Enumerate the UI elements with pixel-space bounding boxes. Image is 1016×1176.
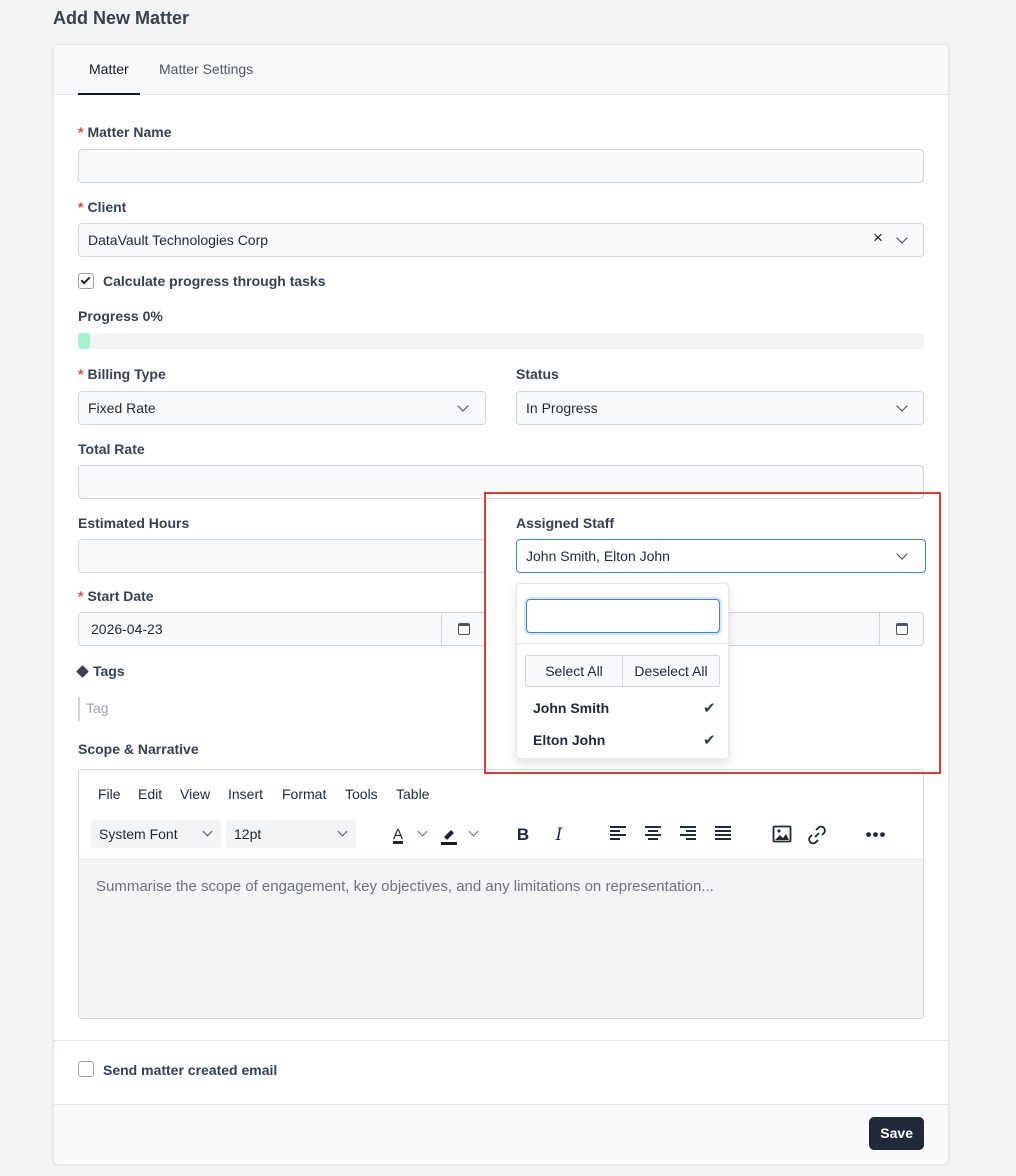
required-marker: * [78, 124, 84, 140]
tags-input-border [78, 697, 80, 721]
italic-icon[interactable]: I [548, 825, 570, 845]
clear-icon[interactable]: × [873, 228, 883, 248]
scope-label: Scope & Narrative [78, 741, 199, 757]
divider [879, 612, 880, 646]
tab-matter[interactable]: Matter [78, 45, 140, 95]
menu-file[interactable]: File [98, 786, 121, 802]
matter-form-card: Matter Matter Settings * Matter Name * Cli… [53, 44, 949, 1164]
assigned-staff-value: John Smith, Elton John [526, 548, 670, 564]
chevron-down-icon [337, 826, 348, 837]
font-size-select[interactable]: 12pt [226, 820, 356, 848]
save-button[interactable]: Save [869, 1117, 924, 1150]
calculate-progress-checkbox[interactable] [78, 273, 94, 289]
total-rate-input[interactable] [78, 465, 924, 499]
rich-text-editor[interactable]: File Edit View Insert Format Tools Table… [78, 769, 924, 1019]
editor-placeholder: Summarise the scope of engagement, key o… [96, 878, 714, 895]
billing-type-value: Fixed Rate [88, 400, 156, 416]
billing-type-select[interactable]: Fixed Rate [78, 391, 486, 425]
matter-name-label: * Matter Name [78, 124, 172, 140]
assigned-staff-dropdown: Select All Deselect All John Smith ✔ Elt… [516, 583, 729, 759]
divider [54, 1040, 948, 1041]
text-color-icon[interactable]: A [387, 825, 409, 845]
form-footer: Save [54, 1105, 948, 1164]
calendar-icon[interactable] [458, 623, 470, 635]
required-marker: * [78, 366, 84, 382]
staff-search-input[interactable] [526, 599, 720, 633]
start-date-input[interactable]: 2026-04-23 [78, 612, 486, 646]
check-icon: ✔ [703, 732, 716, 749]
total-rate-label: Total Rate [78, 441, 145, 457]
check-icon: ✔ [703, 700, 716, 717]
tab-matter-settings[interactable]: Matter Settings [148, 45, 264, 95]
calendar-icon[interactable] [896, 623, 908, 635]
align-left-icon[interactable] [607, 825, 629, 845]
staff-option-elton-john[interactable]: Elton John [533, 732, 605, 748]
divider [441, 612, 442, 646]
check-icon [80, 274, 91, 285]
menu-format[interactable]: Format [282, 786, 326, 802]
estimated-hours-label: Estimated Hours [78, 515, 190, 531]
menu-view[interactable]: View [180, 786, 210, 802]
font-family-value: System Font [99, 826, 178, 842]
image-icon[interactable] [771, 825, 793, 845]
link-icon[interactable] [806, 825, 828, 845]
font-size-value: 12pt [234, 826, 262, 842]
menu-table[interactable]: Table [396, 786, 429, 802]
tag-icon [76, 665, 89, 678]
chevron-down-icon [202, 826, 213, 837]
chevron-down-icon[interactable] [468, 826, 479, 837]
staff-option-john-smith[interactable]: John Smith [533, 700, 609, 716]
send-email-label: Send matter created email [103, 1062, 278, 1078]
required-marker: * [78, 588, 84, 604]
billing-type-label: * Billing Type [78, 366, 166, 382]
tags-input[interactable]: Tag [86, 700, 109, 716]
bold-icon[interactable]: B [512, 825, 534, 845]
client-select[interactable]: DataVault Technologies Corp [78, 223, 924, 257]
select-all-button[interactable]: Select All [525, 655, 623, 687]
tab-bar: Matter Matter Settings [54, 45, 948, 95]
tags-label: Tags [76, 663, 125, 679]
divider [517, 643, 728, 644]
estimated-hours-input[interactable] [78, 539, 486, 573]
page-title: Add New Matter [53, 8, 190, 28]
chevron-down-icon[interactable] [417, 826, 428, 837]
status-select[interactable]: In Progress [516, 391, 924, 425]
matter-name-input[interactable] [78, 149, 924, 183]
progress-bar [78, 333, 924, 349]
calculate-progress-label: Calculate progress through tasks [103, 273, 326, 289]
required-marker: * [78, 199, 84, 215]
align-center-icon[interactable] [642, 825, 664, 845]
deselect-all-button[interactable]: Deselect All [622, 655, 720, 687]
progress-label: Progress 0% [78, 308, 163, 324]
more-icon[interactable]: ••• [865, 825, 887, 845]
send-email-checkbox[interactable] [78, 1061, 94, 1077]
progress-fill [78, 333, 90, 349]
client-value: DataVault Technologies Corp [88, 232, 269, 248]
menu-insert[interactable]: Insert [228, 786, 263, 802]
align-justify-icon[interactable] [712, 825, 734, 845]
status-value: In Progress [526, 400, 598, 416]
editor-content-area[interactable]: Summarise the scope of engagement, key o… [79, 859, 923, 1018]
assigned-staff-label: Assigned Staff [516, 515, 615, 531]
assigned-staff-select[interactable]: John Smith, Elton John [516, 539, 926, 573]
align-right-icon[interactable] [677, 825, 699, 845]
client-label: * Client [78, 199, 127, 215]
menu-edit[interactable]: Edit [138, 786, 162, 802]
highlight-color-icon[interactable] [438, 825, 460, 845]
menu-tools[interactable]: Tools [345, 786, 378, 802]
font-family-select[interactable]: System Font [91, 820, 221, 848]
status-label: Status [516, 366, 559, 382]
start-date-label: * Start Date [78, 588, 154, 604]
